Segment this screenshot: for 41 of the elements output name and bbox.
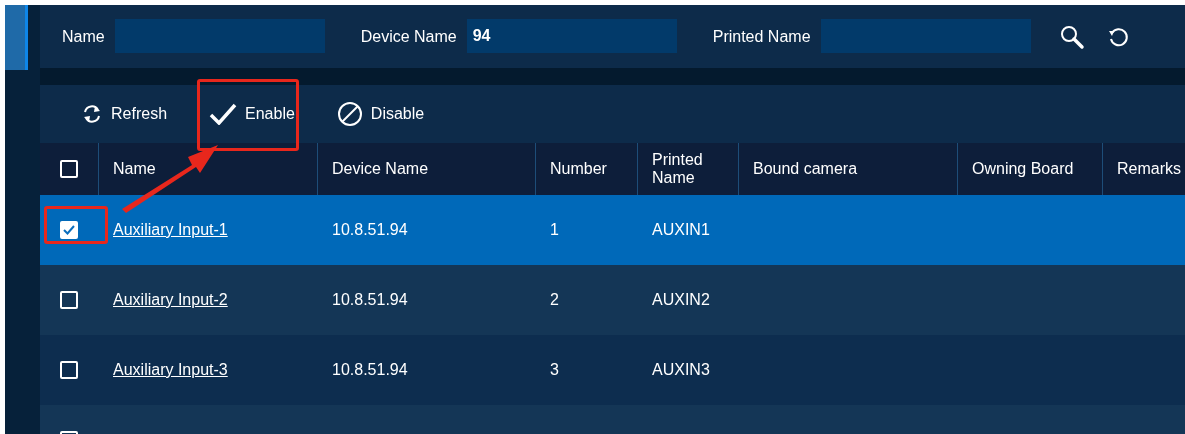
column-header: Device Name bbox=[332, 159, 429, 179]
input-field[interactable] bbox=[114, 18, 325, 53]
input-field[interactable] bbox=[820, 18, 1031, 53]
scrollbar-thumb[interactable] bbox=[5, 5, 28, 70]
table-row[interactable]: Auxiliary Input-1 10.8.51.94 1 AUXIN1 bbox=[40, 195, 1185, 265]
column-header: Number bbox=[550, 159, 607, 179]
checkbox[interactable] bbox=[60, 361, 78, 379]
column-header: Name bbox=[113, 159, 156, 179]
table-cell: 3 bbox=[550, 361, 559, 379]
checkbox[interactable] bbox=[60, 291, 78, 309]
table-cell: 10.8.51.94 bbox=[332, 291, 408, 309]
search-icon[interactable] bbox=[1058, 23, 1085, 50]
column-header: Printed Name bbox=[652, 150, 704, 188]
disable-button[interactable]: Disable bbox=[330, 97, 431, 131]
column-header: Owning Board bbox=[972, 159, 1074, 179]
table-cell: 10.8.51.94 bbox=[332, 221, 408, 239]
check-icon bbox=[209, 103, 238, 125]
field-label: Printed Name bbox=[712, 27, 811, 46]
name-link[interactable]: Auxiliary Input-3 bbox=[113, 361, 228, 379]
column-header: Bound camera bbox=[753, 159, 858, 179]
column-header: Remarks bbox=[1117, 159, 1181, 179]
table-cell: 1 bbox=[550, 221, 559, 239]
name-link[interactable]: Auxiliary Input-2 bbox=[113, 291, 228, 309]
highlight-frame bbox=[44, 206, 108, 244]
table-cell: 10.8.51.94 bbox=[332, 361, 408, 379]
field-label: Name bbox=[62, 27, 105, 46]
enable-button[interactable]: Enable bbox=[203, 99, 301, 129]
table-row[interactable]: Auxiliary Input-2 10.8.51.94 2 AUXIN2 bbox=[40, 265, 1185, 335]
table-cell: AUXIN3 bbox=[652, 361, 710, 379]
refresh-icon bbox=[81, 104, 103, 124]
input-field[interactable]: 94 bbox=[466, 18, 677, 53]
checkbox[interactable] bbox=[60, 160, 78, 178]
checkbox[interactable] bbox=[60, 221, 78, 239]
table-cell: AUXIN1 bbox=[652, 221, 710, 239]
table-cell: AUXIN2 bbox=[652, 291, 710, 309]
name-link[interactable]: Auxiliary Input-1 bbox=[113, 221, 228, 239]
refresh-button[interactable]: Refresh bbox=[75, 100, 174, 128]
disable-icon bbox=[336, 101, 363, 127]
table-row[interactable]: Auxiliary Input-3 10.8.51.94 3 AUXIN3 bbox=[40, 335, 1185, 405]
field-label: Device Name bbox=[360, 27, 457, 46]
table-cell: 2 bbox=[550, 291, 559, 309]
